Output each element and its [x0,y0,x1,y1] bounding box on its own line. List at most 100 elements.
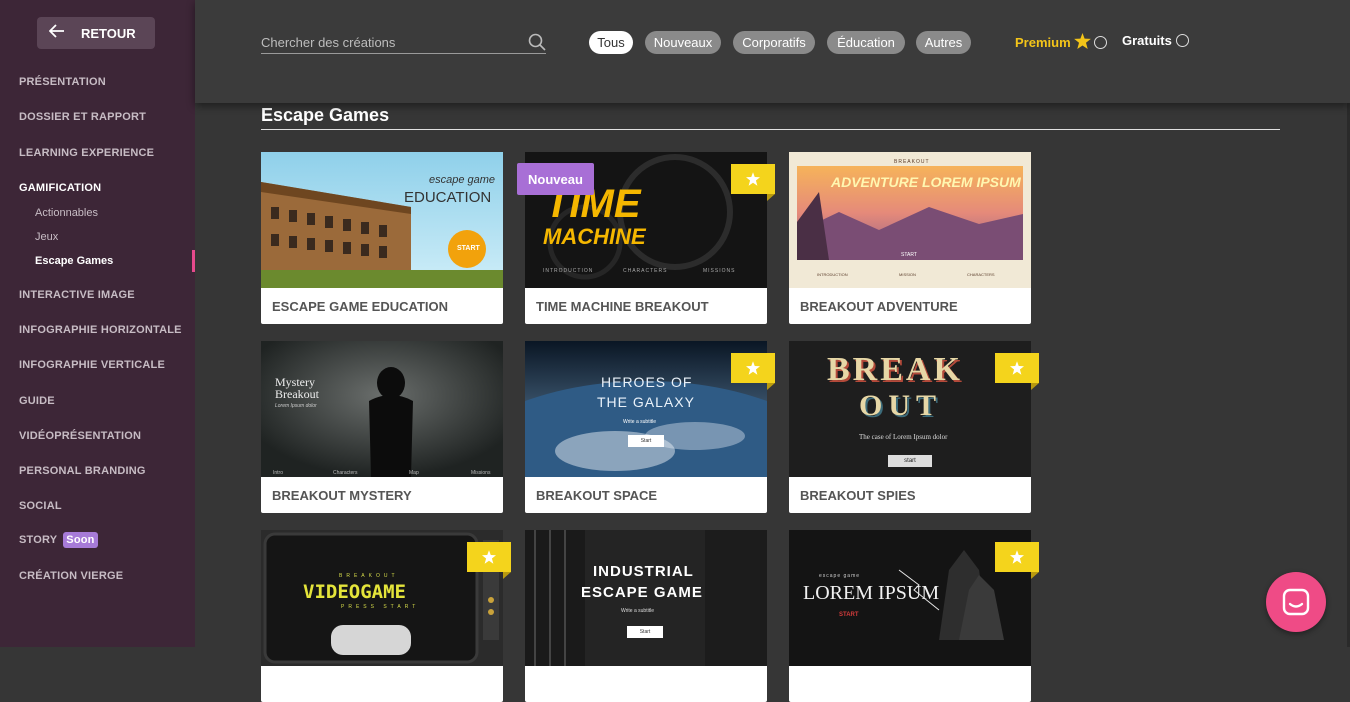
thumb-title: ADVENTURE LOREM IPSUM [831,174,1021,190]
sidebar-item-videopresentation[interactable]: VIDÉOPRÉSENTATION [19,430,141,442]
thumb-title: VIDEOGAME [303,581,406,603]
thumb-cta: start [888,455,932,467]
star-icon [1073,33,1091,52]
thumb-nav-1: INTRODUCTION [817,272,848,277]
thumb-cta: START [839,612,859,618]
sidebar-item-infographie-horizontale[interactable]: INFOGRAPHIE HORIZONTALE [19,324,182,336]
thumb-sub: The case of Lorem Ipsum dolor [859,433,948,441]
thumb-nav-1: INTRODUCTION [543,268,594,274]
sidebar-item-story-label: STORY [19,534,58,546]
premium-label: Premium [1015,35,1071,50]
sidebar-item-personal-branding[interactable]: PERSONAL BRANDING [19,465,146,477]
card-title: TIME MACHINE BREAKOUT [536,299,709,314]
sidebar-item-gamification[interactable]: GAMIFICATION [19,182,101,194]
thumb-cta: START [901,252,917,258]
star-icon [746,361,760,375]
chat-icon [1282,588,1310,616]
card-breakout-space[interactable]: HEROES OF THE GALAXY Write a subtitle St… [525,341,775,513]
card-title: ESCAPE GAME EDUCATION [272,299,448,314]
back-button-label: RETOUR [81,25,136,41]
soon-badge: Soon [63,532,98,548]
thumb-line2: THE GALAXY [597,394,695,410]
premium-badge [731,164,775,201]
thumb-line1: escape game [429,174,496,186]
thumb-sub: Write a subtitle [621,608,654,614]
filter-nouveaux[interactable]: Nouveaux [645,31,721,54]
search-box [261,32,546,54]
sidebar-item-dossier[interactable]: DOSSIER ET RAPPORT [19,111,146,123]
card-breakout-spies[interactable]: BREAK OUT The case of Lorem Ipsum dolor … [789,341,1039,513]
search-input[interactable] [261,32,516,52]
section-title: Escape Games [261,105,390,125]
star-icon [746,172,760,186]
filter-tous[interactable]: Tous [589,31,633,54]
filter-education[interactable]: Éducation [827,31,905,54]
filter-autres[interactable]: Autres [916,31,971,54]
sidebar-subitem-jeux[interactable]: Jeux [35,231,58,243]
card-breakout-mystery[interactable]: Mystery Breakout Lorem Ipsum dolor Intro… [261,341,503,513]
sidebar-item-presentation[interactable]: PRÉSENTATION [19,76,106,88]
thumb-kicker: BREAKOUT [894,159,930,165]
sidebar-item-story[interactable]: STORY Soon [19,532,98,548]
card-escape-game-lorem-ipsum[interactable]: escape game LOREM IPSUM START [789,530,1039,702]
card-thumbnail: escape game EDUCATION START [261,152,503,288]
card-thumbnail: BREAKOUT ADVENTURE LOREM IPSUM START INT… [789,152,1031,288]
card-breakout-videogame[interactable]: BREAKOUT VIDEOGAME PRESS START [261,530,511,702]
arrow-left-icon [47,24,67,42]
thumb-line2: OUT [859,389,943,422]
active-indicator [192,250,195,272]
thumb-line2: MACHINE [543,224,646,249]
premium-badge [995,353,1039,390]
star-icon [1010,361,1024,375]
card-title: BREAKOUT SPIES [800,488,916,503]
thumb-nav-1: Intro [273,470,284,476]
section-divider [261,129,1280,130]
sidebar-item-guide[interactable]: GUIDE [19,395,55,407]
card-industrial-escape-game[interactable]: INDUSTRIAL ESCAPE GAME Write a subtitle … [525,530,767,702]
thumb-sub: Lorem Ipsum dolor [275,403,317,409]
star-icon [1010,550,1024,564]
sidebar-item-learning[interactable]: LEARNING EXPERIENCE [19,147,154,159]
thumb-cta: START [457,245,480,252]
thumb-title: LOREM IPSUM [803,582,940,604]
card-breakout-adventure[interactable]: BREAKOUT ADVENTURE LOREM IPSUM START INT… [789,152,1031,324]
thumb-nav-2: Characters [333,470,358,476]
card-title: BREAKOUT ADVENTURE [800,299,958,314]
sidebar-item-infographie-verticale[interactable]: INFOGRAPHIE VERTICALE [19,359,165,371]
thumb-line2: ESCAPE GAME [581,584,703,601]
thumb-nav-2: MISSION [899,272,916,277]
thumb-line1: HEROES OF [601,374,693,390]
free-label: Gratuits [1122,33,1172,48]
thumb-nav-2: CHARACTERS [623,268,668,274]
thumb-line1: INDUSTRIAL [593,563,694,580]
search-icon[interactable] [528,33,546,51]
thumb-line1: BREAK [827,351,963,388]
sidebar-item-social[interactable]: SOCIAL [19,500,62,512]
premium-toggle[interactable]: Premium [1015,33,1107,52]
sidebar: RETOUR PRÉSENTATION DOSSIER ET RAPPORT L… [0,0,195,647]
thumb-kicker: escape game [819,573,861,579]
filter-corporatifs[interactable]: Corporatifs [733,31,815,54]
sidebar-item-interactive-image[interactable]: INTERACTIVE IMAGE [19,289,135,301]
thumb-nav-4: Missions [471,470,491,476]
sidebar-subitem-actionnables[interactable]: Actionnables [35,207,98,219]
new-badge: Nouveau [517,163,594,195]
premium-badge [731,353,775,390]
sidebar-subitem-escape-games[interactable]: Escape Games [35,255,113,267]
star-icon [482,550,496,564]
premium-radio[interactable] [1093,36,1107,49]
thumb-sub: PRESS START [341,604,420,610]
premium-badge [467,542,511,579]
free-toggle[interactable]: Gratuits [1122,33,1189,48]
back-button[interactable]: RETOUR [37,17,155,49]
card-time-machine-breakout[interactable]: TIME MACHINE INTRODUCTION CHARACTERS MIS… [517,152,775,324]
thumb-cta: Start [628,435,664,447]
filter-bar: Tous Nouveaux Corporatifs Éducation Autr… [195,0,1350,103]
thumb-line2: EDUCATION [404,189,492,206]
thumb-kicker: BREAKOUT [339,573,399,579]
free-radio[interactable] [1175,34,1189,47]
card-escape-game-education[interactable]: escape game EDUCATION START ESCAPE GAME … [261,152,503,324]
chat-launcher-button[interactable] [1266,572,1326,632]
sidebar-item-creation-vierge[interactable]: CRÉATION VIERGE [19,570,123,582]
premium-badge [995,542,1039,579]
